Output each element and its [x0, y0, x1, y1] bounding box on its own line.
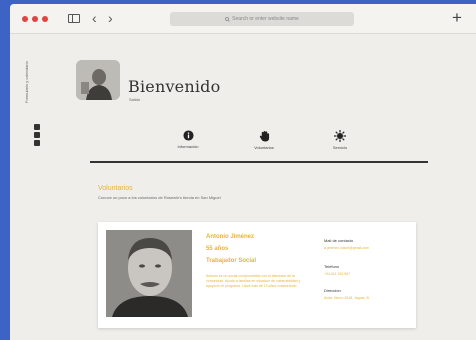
back-button[interactable]: ‹: [92, 11, 97, 25]
section-title: Voluntarios: [98, 185, 133, 192]
phone-label: Teléfono: [324, 264, 340, 269]
info-icon: [182, 130, 194, 141]
tab-label: Servicio: [332, 145, 348, 150]
tabs-divider: [90, 161, 428, 163]
address-placeholder: Search or enter website name: [232, 16, 299, 22]
twitter-icon[interactable]: [34, 140, 40, 146]
facebook-icon[interactable]: [34, 132, 40, 138]
username: Salido: [129, 97, 141, 102]
tab-voluntarios[interactable]: Voluntarios: [234, 130, 294, 150]
sidebar-vertical-text: Formulario y calendario: [24, 61, 29, 103]
volunteer-age: 55 años: [206, 246, 229, 252]
instagram-icon[interactable]: [34, 124, 40, 130]
address-label: Dirección: [324, 288, 341, 293]
sidebar-toggle-icon[interactable]: [68, 14, 80, 23]
avatar: [76, 60, 120, 100]
volunteer-role: Trabajador Social: [206, 258, 257, 264]
contact-email[interactable]: a.jimenez.volunt@gmail.com: [324, 246, 369, 250]
address-bar[interactable]: Search or enter website name: [170, 12, 354, 26]
tab-informacion[interactable]: Información: [158, 130, 218, 149]
browser-toolbar: ‹ › Search or enter website name +: [10, 4, 476, 34]
volunteer-description: Antonio es un social comprometido con el…: [206, 274, 301, 288]
section-subtitle: Conoce un poco a los voluntarios de Rose…: [98, 195, 221, 200]
close-window-button[interactable]: [22, 16, 28, 22]
hand-icon: [259, 130, 269, 142]
page-title: Bienvenido: [128, 77, 221, 96]
browser-window: ‹ › Search or enter website name + Formu…: [10, 4, 476, 340]
tab-label: Voluntarios: [254, 145, 274, 150]
volunteer-card: Antonio Jiménez 55 años Trabajador Socia…: [98, 222, 416, 328]
zoom-window-button[interactable]: [42, 16, 48, 22]
address-value: Avda. Hierro 2048, Jaguar, B.: [324, 296, 370, 300]
sun-icon: [334, 130, 346, 142]
tab-label: Información: [177, 144, 199, 149]
contact-label: Mail de contacto: [324, 238, 354, 243]
page-content: Formulario y calendario Bienvenido Salid…: [10, 35, 476, 340]
phone-value[interactable]: +34 611 234 567: [324, 272, 350, 276]
new-tab-button[interactable]: +: [452, 9, 462, 26]
volunteer-photo: [106, 230, 192, 317]
tab-servicio[interactable]: Servicio: [310, 130, 370, 150]
volunteer-name: Antonio Jiménez: [206, 234, 255, 240]
minimize-window-button[interactable]: [32, 16, 38, 22]
forward-button[interactable]: ›: [108, 11, 113, 25]
search-icon: [225, 16, 230, 22]
